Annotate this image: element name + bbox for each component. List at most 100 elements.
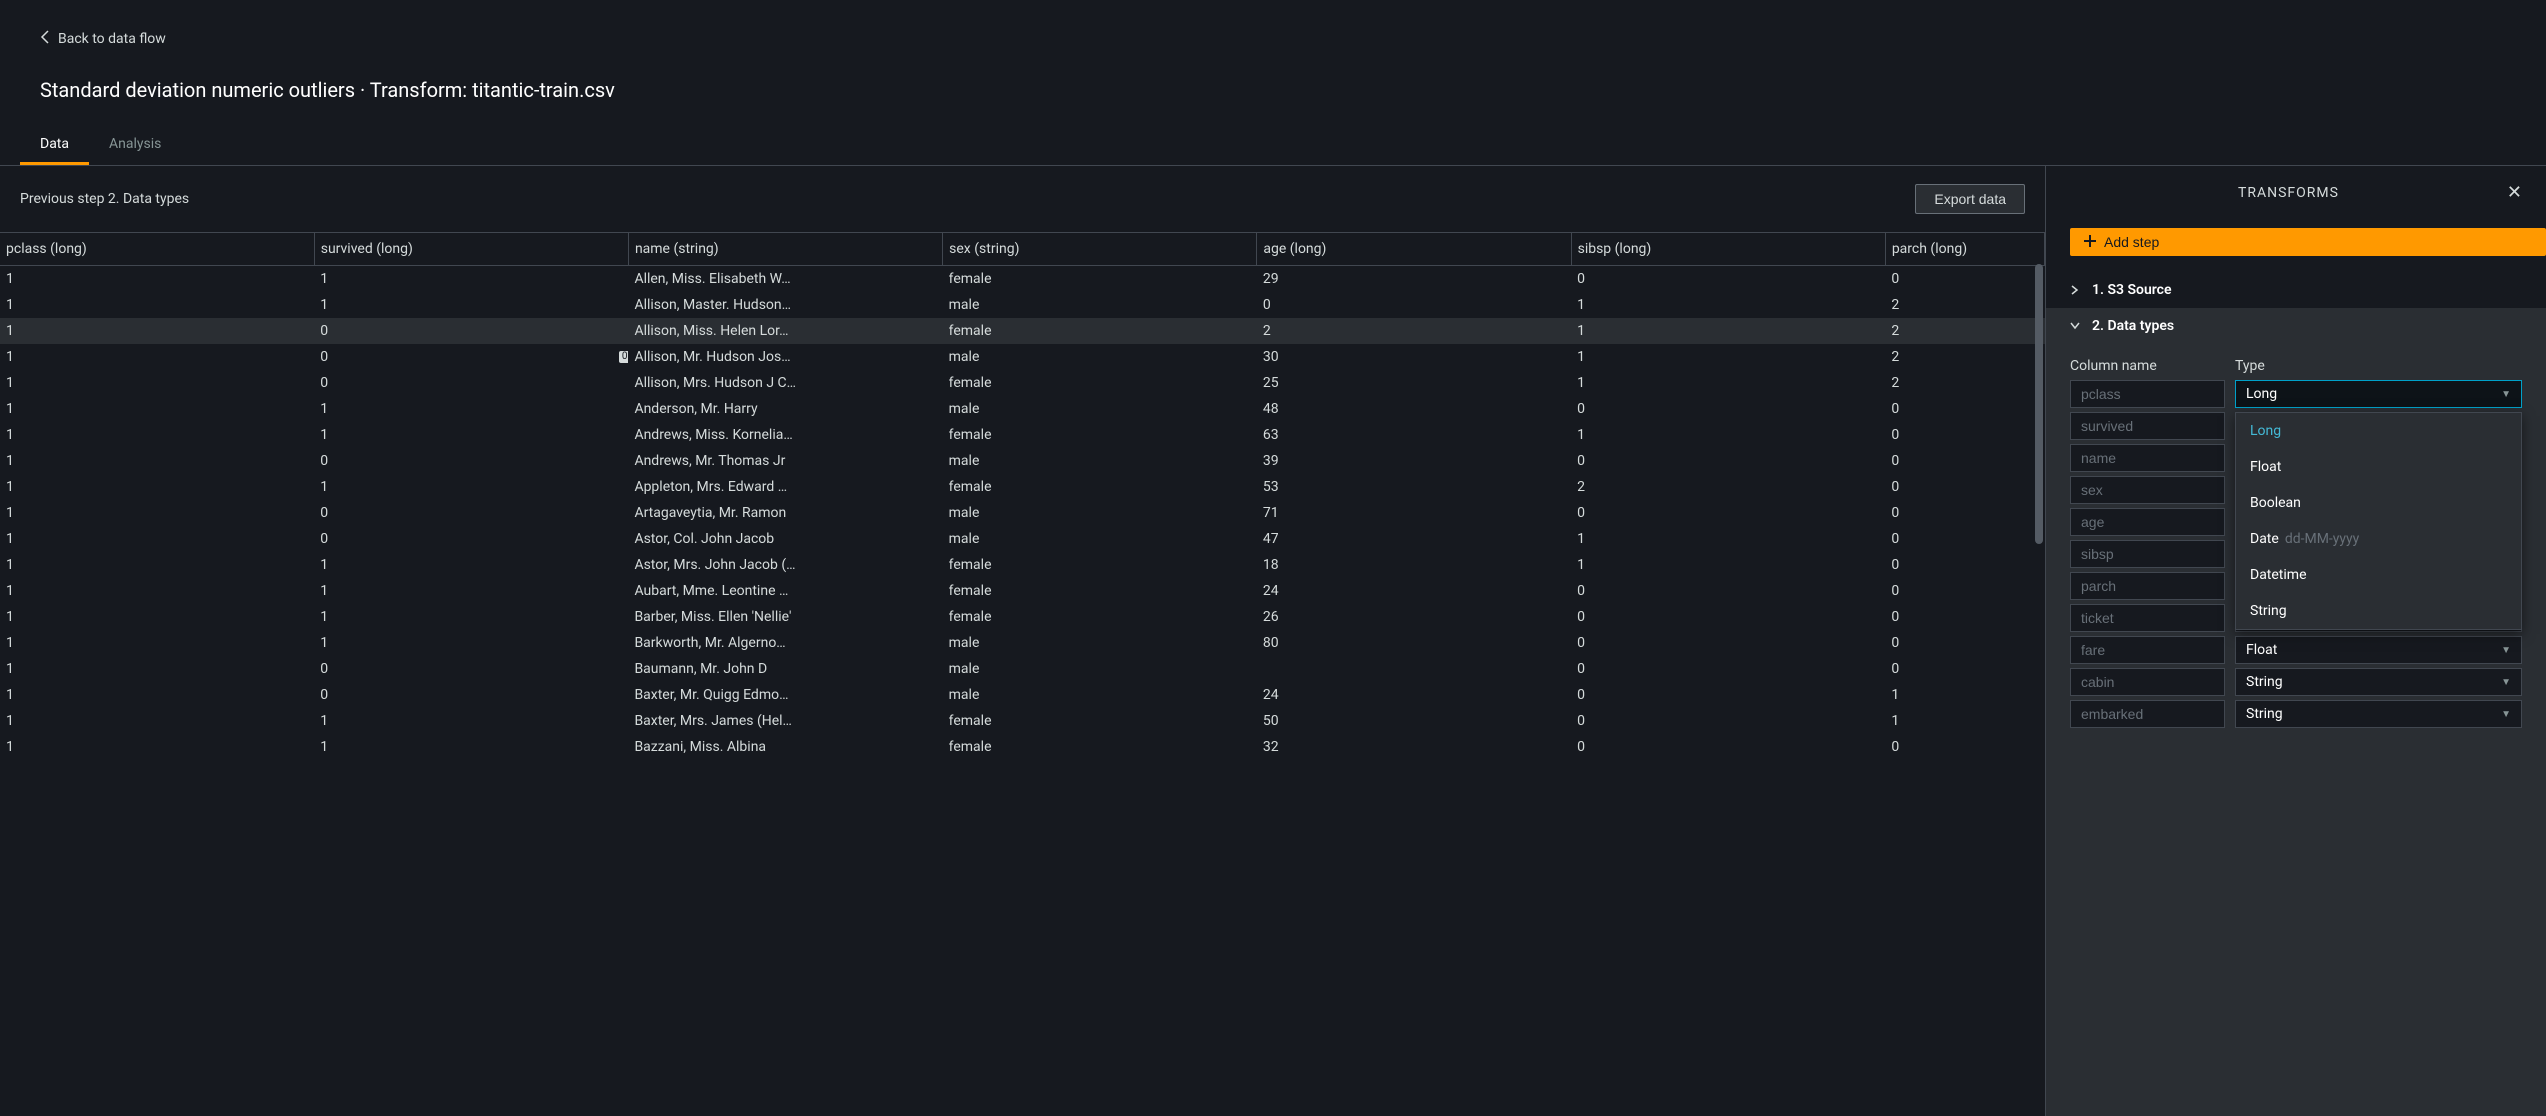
export-data-button[interactable]: Export data xyxy=(1915,184,2025,214)
table-cell: 0 xyxy=(1571,682,1885,708)
type-select[interactable]: String▼ xyxy=(2235,700,2522,728)
dropdown-option[interactable]: Long xyxy=(2236,413,2521,449)
table-cell: 1 xyxy=(0,578,314,604)
type-select[interactable]: Long▼ xyxy=(2235,380,2522,408)
table-cell: Baxter, Mr. Quigg Edmo… xyxy=(628,682,942,708)
datatype-row: Long▼LongFloatBooleanDatedd-MM-yyyyDatet… xyxy=(2070,380,2522,408)
column-name-input[interactable] xyxy=(2070,668,2225,696)
table-row[interactable]: 10Baxter, Mr. Quigg Edmo…male2401 xyxy=(0,682,2045,708)
scrollbar-thumb[interactable] xyxy=(2035,264,2043,544)
table-cell: 47 xyxy=(1257,526,1571,552)
step-data-types[interactable]: 2. Data types xyxy=(2046,308,2546,344)
table-row[interactable]: 11Anderson, Mr. Harrymale4800 xyxy=(0,396,2045,422)
table-row[interactable]: 10Astor, Col. John Jacobmale4710 xyxy=(0,526,2045,552)
column-name-input[interactable] xyxy=(2070,476,2225,504)
type-select[interactable]: Float▼ xyxy=(2235,636,2522,664)
table-cell: 0 xyxy=(1571,578,1885,604)
column-header[interactable]: pclass (long) xyxy=(0,233,314,266)
table-row[interactable]: 11Baxter, Mrs. James (Hel…female5001 xyxy=(0,708,2045,734)
table-cell: 1 xyxy=(0,552,314,578)
dropdown-option[interactable]: Boolean xyxy=(2236,485,2521,521)
table-cell: 0 xyxy=(1571,734,1885,760)
table-cell: 0 xyxy=(314,318,628,344)
table-row[interactable]: 11Barber, Miss. Ellen 'Nellie'female2600 xyxy=(0,604,2045,630)
table-cell: 26 xyxy=(1257,604,1571,630)
table-cell: 50 xyxy=(1257,708,1571,734)
dropdown-option[interactable]: Datedd-MM-yyyy xyxy=(2236,521,2521,557)
table-cell: Astor, Mrs. John Jacob (… xyxy=(628,552,942,578)
dropdown-option[interactable]: Float xyxy=(2236,449,2521,485)
table-row[interactable]: 11Andrews, Miss. Kornelia…female6310 xyxy=(0,422,2045,448)
table-row[interactable]: 10Artagaveytia, Mr. Ramonmale7100 xyxy=(0,500,2045,526)
column-header[interactable]: age (long) xyxy=(1257,233,1571,266)
column-name-input[interactable] xyxy=(2070,412,2225,440)
table-cell: 1 xyxy=(0,474,314,500)
column-name-input[interactable] xyxy=(2070,572,2225,600)
chevron-down-icon: ▼ xyxy=(2501,389,2511,400)
table-cell: 1 xyxy=(314,578,628,604)
table-cell: Astor, Col. John Jacob xyxy=(628,526,942,552)
table-row[interactable]: 10Baumann, Mr. John Dmale00 xyxy=(0,656,2045,682)
column-name-input[interactable] xyxy=(2070,700,2225,728)
table-row[interactable]: 10Allison, Miss. Helen Lor…female212 xyxy=(0,318,2045,344)
column-name-input[interactable] xyxy=(2070,636,2225,664)
table-cell: 1 xyxy=(0,526,314,552)
step-s3-source[interactable]: 1. S3 Source xyxy=(2046,272,2546,308)
table-cell: 0 xyxy=(1571,396,1885,422)
table-cell: 2 xyxy=(1885,318,2044,344)
column-header[interactable]: survived (long) xyxy=(314,233,628,266)
dropdown-option-hint: dd-MM-yyyy xyxy=(2285,531,2359,547)
table-cell: 0 xyxy=(1257,292,1571,318)
table-cell: 2 xyxy=(1885,292,2044,318)
table-cell: Artagaveytia, Mr. Ramon xyxy=(628,500,942,526)
column-header[interactable]: name (string) xyxy=(628,233,942,266)
table-cell: female xyxy=(943,318,1257,344)
table-cell: 0 xyxy=(1885,578,2044,604)
chevron-down-icon: ▼ xyxy=(2501,677,2511,688)
table-row[interactable]: 11Bazzani, Miss. Albinafemale3200 xyxy=(0,734,2045,760)
tab-analysis[interactable]: Analysis xyxy=(89,126,181,165)
column-name-input[interactable] xyxy=(2070,380,2225,408)
table-cell: 1 xyxy=(314,396,628,422)
table-cell: 0 xyxy=(1571,500,1885,526)
table-cell: 1 xyxy=(0,370,314,396)
type-select-value: Float xyxy=(2246,642,2277,658)
table-row[interactable]: 11Aubart, Mme. Leontine …female2400 xyxy=(0,578,2045,604)
table-cell: Andrews, Mr. Thomas Jr xyxy=(628,448,942,474)
plus-icon xyxy=(2084,234,2096,250)
add-step-button[interactable]: Add step xyxy=(2070,228,2546,256)
table-row[interactable]: 11Allison, Master. Hudson…male012 xyxy=(0,292,2045,318)
table-row[interactable]: 11Barkworth, Mr. Algerno…male8000 xyxy=(0,630,2045,656)
table-row[interactable]: 11Allen, Miss. Elisabeth W…female2900 xyxy=(0,266,2045,292)
table-cell: Allison, Mr. Hudson Jos… xyxy=(628,344,942,370)
close-icon[interactable]: ✕ xyxy=(2507,184,2522,202)
dropdown-option[interactable]: Datetime xyxy=(2236,557,2521,593)
table-cell: female xyxy=(943,370,1257,396)
tab-data[interactable]: Data xyxy=(20,126,89,165)
type-select[interactable]: String▼ xyxy=(2235,668,2522,696)
column-name-input[interactable] xyxy=(2070,604,2225,632)
table-row[interactable]: 10Andrews, Mr. Thomas Jrmale3900 xyxy=(0,448,2045,474)
back-to-data-flow-link[interactable]: Back to data flow xyxy=(40,20,166,58)
table-row[interactable]: 100Allison, Mr. Hudson Jos…male3012 xyxy=(0,344,2045,370)
table-cell: 1 xyxy=(314,422,628,448)
dropdown-option[interactable]: String xyxy=(2236,593,2521,629)
table-row[interactable]: 11Appleton, Mrs. Edward …female5320 xyxy=(0,474,2045,500)
column-name-input[interactable] xyxy=(2070,540,2225,568)
table-cell: Allison, Master. Hudson… xyxy=(628,292,942,318)
table-cell: 1 xyxy=(1571,422,1885,448)
table-cell: 0 xyxy=(1571,708,1885,734)
type-select-value: String xyxy=(2246,706,2283,722)
table-cell: 1 xyxy=(1571,370,1885,396)
column-name-input[interactable] xyxy=(2070,508,2225,536)
data-table: pclass (long)survived (long)name (string… xyxy=(0,232,2045,760)
column-header[interactable]: parch (long) xyxy=(1885,233,2044,266)
column-header[interactable]: sibsp (long) xyxy=(1571,233,1885,266)
column-header[interactable]: sex (string) xyxy=(943,233,1257,266)
table-cell: 0 xyxy=(1571,656,1885,682)
table-cell: 1 xyxy=(314,708,628,734)
table-row[interactable]: 11Astor, Mrs. John Jacob (…female1810 xyxy=(0,552,2045,578)
table-cell: 1 xyxy=(314,474,628,500)
column-name-input[interactable] xyxy=(2070,444,2225,472)
table-row[interactable]: 10Allison, Mrs. Hudson J C…female2512 xyxy=(0,370,2045,396)
